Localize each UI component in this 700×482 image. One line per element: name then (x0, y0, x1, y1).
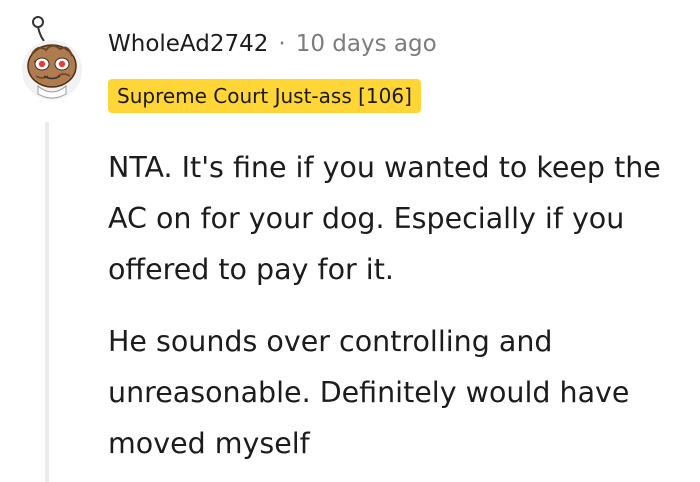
comment-paragraph: NTA. It's fine if you wanted to keep the… (108, 151, 661, 286)
timestamp-link[interactable]: 10 days ago (296, 31, 437, 57)
separator-dot: · (278, 31, 286, 57)
user-flair-badge: Supreme Court Just-ass [106] (108, 79, 421, 113)
comment: WholeAd2742 · 10 days ago Supreme Court … (0, 0, 700, 482)
thread-collapse-line[interactable] (45, 122, 49, 482)
user-avatar-icon[interactable] (14, 14, 88, 100)
comment-paragraph: He sounds over controlling and unreasona… (108, 325, 630, 460)
comment-body: NTA. It's fine if you wanted to keep the… (108, 142, 688, 469)
comment-header: WholeAd2742 · 10 days ago (108, 26, 437, 62)
username-link[interactable]: WholeAd2742 (108, 31, 268, 57)
